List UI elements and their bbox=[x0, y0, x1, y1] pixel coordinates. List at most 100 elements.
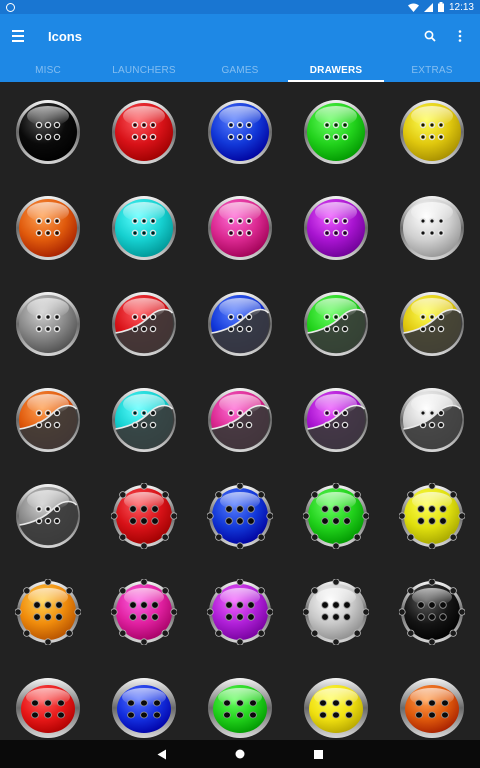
icon-cell[interactable] bbox=[288, 180, 384, 276]
wifi-icon bbox=[407, 3, 419, 12]
drawer-icon-graphic bbox=[208, 292, 272, 356]
drawer-icon-graphic bbox=[208, 678, 272, 738]
icon-cell[interactable] bbox=[192, 372, 288, 468]
page-title: Icons bbox=[48, 28, 82, 44]
drawer-icon bbox=[15, 195, 81, 261]
icon-cell[interactable] bbox=[96, 372, 192, 468]
icon-cell[interactable] bbox=[288, 468, 384, 564]
icon-cell[interactable] bbox=[288, 564, 384, 660]
icon-cell[interactable] bbox=[384, 372, 480, 468]
drawer-icon bbox=[111, 99, 177, 165]
tab-extras[interactable]: EXTRAS bbox=[384, 58, 480, 82]
drawer-icon bbox=[303, 195, 369, 261]
icon-grid bbox=[0, 82, 480, 740]
drawer-icon-graphic bbox=[16, 292, 80, 356]
recents-button[interactable] bbox=[307, 743, 329, 765]
overflow-menu-button[interactable] bbox=[452, 28, 468, 44]
icon-cell[interactable] bbox=[0, 180, 96, 276]
menu-icon[interactable] bbox=[12, 27, 30, 45]
icon-cell[interactable] bbox=[384, 180, 480, 276]
icon-cell[interactable] bbox=[384, 84, 480, 180]
tab-games[interactable]: GAMES bbox=[192, 58, 288, 82]
drawer-icon bbox=[399, 483, 465, 549]
icon-cell[interactable] bbox=[0, 564, 96, 660]
drawer-icon bbox=[111, 483, 177, 549]
icon-cell[interactable] bbox=[96, 660, 192, 740]
tab-label: MISC bbox=[35, 64, 61, 76]
search-button[interactable] bbox=[422, 28, 438, 44]
icon-cell[interactable] bbox=[0, 372, 96, 468]
drawer-icon-graphic bbox=[112, 196, 176, 260]
home-icon bbox=[235, 749, 245, 759]
drawer-icon bbox=[207, 675, 273, 740]
drawer-icon-graphic bbox=[304, 678, 368, 738]
icon-cell[interactable] bbox=[384, 276, 480, 372]
drawer-icon-graphic bbox=[400, 388, 464, 452]
drawer-icon-graphic bbox=[400, 292, 464, 356]
drawer-icon-graphic bbox=[304, 388, 368, 452]
icon-cell[interactable] bbox=[0, 468, 96, 564]
icon-cell[interactable] bbox=[96, 180, 192, 276]
icon-cell[interactable] bbox=[0, 276, 96, 372]
signal-icon bbox=[423, 2, 433, 12]
drawer-icon-graphic bbox=[112, 388, 176, 452]
drawer-icon-graphic bbox=[16, 484, 80, 548]
drawer-icon bbox=[303, 579, 369, 645]
drawer-icon-graphic bbox=[16, 388, 80, 452]
drawer-icon-graphic bbox=[303, 579, 369, 645]
icon-cell[interactable] bbox=[192, 276, 288, 372]
drawer-icon-graphic bbox=[399, 579, 465, 645]
icon-cell[interactable] bbox=[384, 564, 480, 660]
drawer-icon bbox=[111, 579, 177, 645]
icon-cell[interactable] bbox=[384, 660, 480, 740]
home-button[interactable] bbox=[229, 743, 251, 765]
icon-cell[interactable] bbox=[192, 468, 288, 564]
drawer-icon-graphic bbox=[16, 100, 80, 164]
drawer-icon-graphic bbox=[304, 196, 368, 260]
icon-cell[interactable] bbox=[384, 468, 480, 564]
drawer-icon-graphic bbox=[16, 196, 80, 260]
icon-cell[interactable] bbox=[192, 84, 288, 180]
icon-cell[interactable] bbox=[288, 660, 384, 740]
tab-drawers[interactable]: DRAWERS bbox=[288, 58, 384, 82]
icon-cell[interactable] bbox=[96, 468, 192, 564]
drawer-icon-graphic bbox=[112, 678, 176, 738]
drawer-icon bbox=[303, 99, 369, 165]
icon-cell[interactable] bbox=[96, 84, 192, 180]
drawer-icon-graphic bbox=[207, 483, 273, 549]
icon-cell[interactable] bbox=[0, 84, 96, 180]
tab-label: LAUNCHERS bbox=[112, 64, 176, 76]
tab-launchers[interactable]: LAUNCHERS bbox=[96, 58, 192, 82]
drawer-icon bbox=[207, 579, 273, 645]
drawer-icon bbox=[303, 675, 369, 740]
drawer-icon bbox=[15, 291, 81, 357]
drawer-icon bbox=[399, 579, 465, 645]
drawer-icon-graphic bbox=[304, 100, 368, 164]
icon-cell[interactable] bbox=[192, 660, 288, 740]
drawer-icon bbox=[399, 291, 465, 357]
drawer-icon bbox=[15, 579, 81, 645]
drawer-icon-graphic bbox=[207, 579, 273, 645]
battery-icon bbox=[437, 2, 444, 12]
icon-cell[interactable] bbox=[288, 372, 384, 468]
tab-label: GAMES bbox=[221, 64, 259, 76]
drawer-icon bbox=[207, 291, 273, 357]
icon-cell[interactable] bbox=[0, 660, 96, 740]
icon-cell[interactable] bbox=[96, 564, 192, 660]
drawer-icon-graphic bbox=[208, 100, 272, 164]
icon-cell[interactable] bbox=[288, 276, 384, 372]
back-button[interactable] bbox=[151, 743, 173, 765]
drawer-icon-graphic bbox=[112, 100, 176, 164]
icon-cell[interactable] bbox=[192, 564, 288, 660]
icon-cell[interactable] bbox=[288, 84, 384, 180]
icon-cell[interactable] bbox=[96, 276, 192, 372]
drawer-icon-graphic bbox=[111, 483, 177, 549]
drawer-icon bbox=[399, 195, 465, 261]
drawer-icon bbox=[15, 483, 81, 549]
tab-misc[interactable]: MISC bbox=[0, 58, 96, 82]
drawer-icon bbox=[399, 99, 465, 165]
drawer-icon-graphic bbox=[400, 678, 464, 738]
navigation-bar bbox=[0, 740, 480, 768]
icon-cell[interactable] bbox=[192, 180, 288, 276]
drawer-icon bbox=[303, 483, 369, 549]
